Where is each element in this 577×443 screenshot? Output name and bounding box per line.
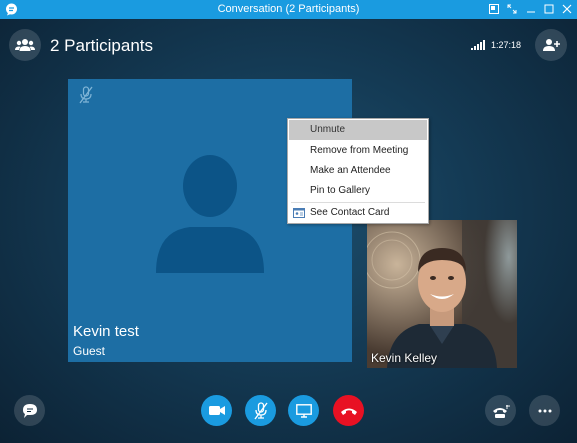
fullscreen-button[interactable] xyxy=(504,2,520,17)
add-person-icon xyxy=(543,39,560,51)
minimize-button[interactable] xyxy=(523,2,539,17)
menu-item-remove-from-meeting[interactable]: Remove from Meeting xyxy=(289,141,427,161)
chat-bubble-icon xyxy=(22,403,37,418)
menu-item-make-attendee[interactable]: Make an Attendee xyxy=(289,161,427,181)
more-options-icon xyxy=(538,409,551,412)
video-participant-name: Kevin Kelley xyxy=(371,351,438,365)
menu-item-unmute[interactable]: Unmute xyxy=(289,120,427,140)
microphone-muted-icon xyxy=(79,86,93,104)
participant-context-menu: Unmute Remove from Meeting Make an Atten… xyxy=(287,118,429,224)
contact-card-icon xyxy=(293,208,305,218)
video-toggle-button[interactable] xyxy=(201,395,232,426)
dial-pad-phone-icon xyxy=(492,404,510,418)
signal-strength-icon xyxy=(471,40,485,50)
menu-item-label: See Contact Card xyxy=(310,207,390,218)
maximize-icon xyxy=(544,4,554,14)
microphone-muted-icon xyxy=(253,401,268,419)
mute-toggle-button[interactable] xyxy=(245,395,276,426)
maximize-button[interactable] xyxy=(541,2,557,17)
collapse-window-icon xyxy=(489,4,499,14)
share-screen-button[interactable] xyxy=(288,395,319,426)
avatar-placeholder-icon xyxy=(156,155,264,273)
participants-icon xyxy=(15,39,35,51)
chat-button[interactable] xyxy=(14,395,45,426)
close-button[interactable] xyxy=(559,2,575,17)
video-camera-icon xyxy=(208,406,225,415)
menu-item-pin-to-gallery[interactable]: Pin to Gallery xyxy=(289,181,427,201)
participant-video-tile[interactable]: Kevin Kelley xyxy=(367,220,517,368)
more-options-button[interactable] xyxy=(529,395,560,426)
minimize-icon xyxy=(527,11,535,13)
participant-name: Kevin test xyxy=(73,323,139,340)
hang-up-button[interactable] xyxy=(333,395,364,426)
menu-item-see-contact-card[interactable]: See Contact Card xyxy=(289,203,427,223)
title-bar: Conversation (2 Participants) xyxy=(0,0,577,19)
close-icon xyxy=(562,4,572,14)
fullscreen-icon xyxy=(507,4,517,14)
present-screen-icon xyxy=(295,403,312,418)
participants-count-label: 2 Participants xyxy=(50,36,153,55)
call-controls-button[interactable] xyxy=(485,395,516,426)
hang-up-icon xyxy=(340,408,357,415)
participant-role: Guest xyxy=(73,344,106,358)
window-icon-button[interactable] xyxy=(486,2,502,17)
participant-video-feed xyxy=(367,220,517,368)
participants-button[interactable] xyxy=(9,29,41,61)
call-timer: 1:27:18 xyxy=(491,40,522,50)
add-participant-button[interactable] xyxy=(535,29,567,61)
